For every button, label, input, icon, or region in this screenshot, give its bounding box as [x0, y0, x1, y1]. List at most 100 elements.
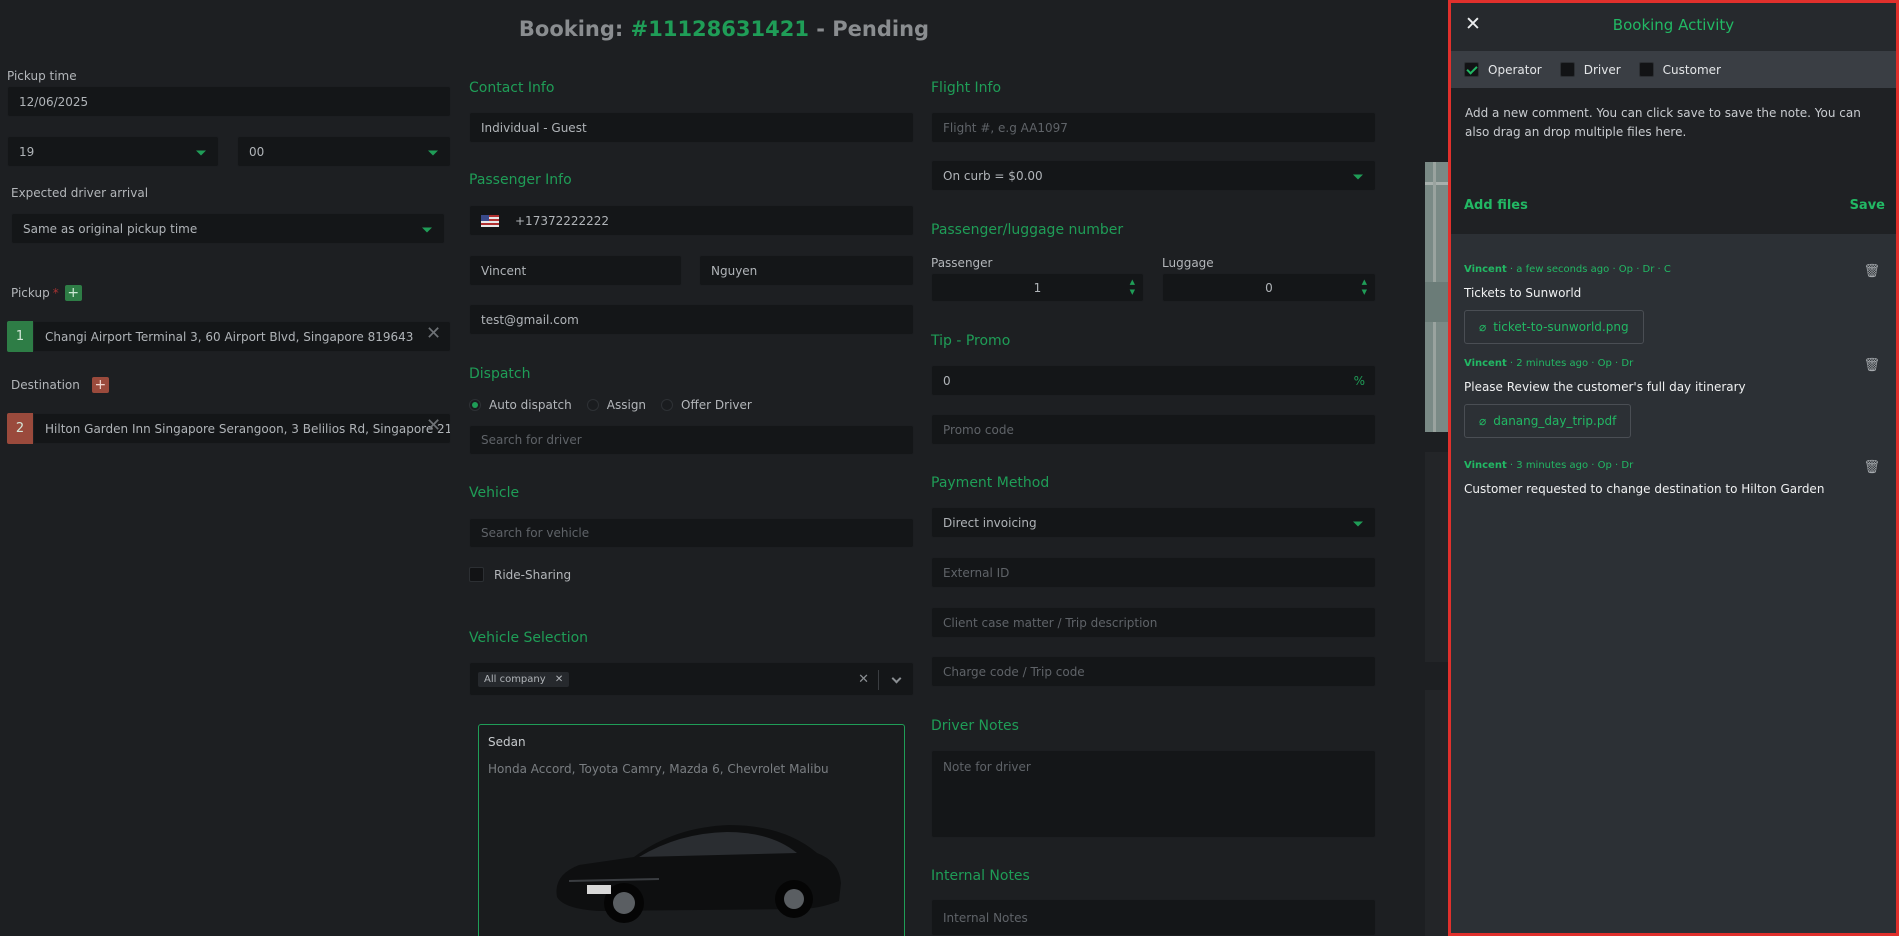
delete-icon[interactable]: 🗑	[1863, 460, 1880, 475]
hour-value: 19	[19, 144, 35, 159]
title-prefix: Booking:	[518, 17, 624, 41]
filter-driver[interactable]: Driver	[1559, 62, 1621, 77]
map-preview[interactable]	[1425, 162, 1448, 432]
arrival-select[interactable]: Same as original pickup time	[11, 213, 445, 244]
save-button[interactable]: Save	[1850, 198, 1885, 213]
us-flag-icon[interactable]	[481, 214, 499, 227]
activity-time: · 3 minutes ago · Op · Dr	[1509, 460, 1634, 471]
checkbox-icon	[1559, 62, 1575, 77]
stepper-arrows-icon[interactable]: ▲ ▼	[1362, 277, 1367, 297]
phone-input[interactable]: +17372222222	[469, 205, 914, 236]
external-id-input[interactable]: External ID	[931, 557, 1376, 588]
checkbox-icon	[1638, 62, 1654, 77]
activity-item: Vincent · 2 minutes ago · Op · Dr 🗑 Plea…	[1451, 358, 1896, 438]
destination-address-value: Hilton Garden Inn Singapore Serangoon, 3…	[45, 421, 451, 436]
chevron-down-icon[interactable]	[891, 673, 902, 684]
clear-selection-icon[interactable]: ✕	[858, 672, 869, 687]
minute-value: 00	[249, 144, 265, 159]
case-matter-input[interactable]: Client case matter / Trip description	[931, 607, 1376, 638]
hour-select[interactable]: 19	[7, 136, 219, 167]
activity-time: · a few seconds ago · Op · Dr · C	[1509, 264, 1671, 275]
luggage-count-value: 0	[1265, 280, 1273, 295]
attachment-chip[interactable]: ⌀ danang_day_trip.pdf	[1464, 404, 1632, 438]
filter-customer[interactable]: Customer	[1638, 62, 1721, 77]
last-name-input[interactable]: Nguyen	[699, 255, 914, 286]
driver-notes-textarea[interactable]: Note for driver	[931, 750, 1376, 838]
attachment-name: ticket-to-sunworld.png	[1493, 320, 1629, 334]
charge-code-input[interactable]: Charge code / Trip code	[931, 656, 1376, 687]
tip-input[interactable]: 0 %	[931, 365, 1376, 396]
tip-value: 0	[943, 373, 951, 388]
dispatch-offer-radio[interactable]: Offer Driver	[661, 398, 752, 412]
contact-type-select[interactable]: Individual - Guest	[469, 112, 914, 143]
dispatch-assign-radio[interactable]: Assign	[586, 398, 646, 412]
add-files-button[interactable]: Add files	[1464, 198, 1528, 213]
passenger-count-input[interactable]: 1 ▲ ▼	[931, 273, 1144, 302]
contact-info-heading: Contact Info	[469, 80, 555, 96]
required-mark: *	[52, 286, 59, 300]
stepper-arrows-icon[interactable]: ▲ ▼	[1130, 277, 1135, 297]
minute-select[interactable]: 00	[237, 136, 451, 167]
company-tag: All company ✕	[478, 671, 570, 687]
pickup-heading: Pickup * +	[11, 285, 82, 301]
email-input[interactable]: test@gmail.com	[469, 304, 914, 335]
payment-method-heading: Payment Method	[931, 475, 1050, 491]
first-name-input[interactable]: Vincent	[469, 255, 682, 286]
add-destination-button[interactable]: +	[91, 377, 109, 393]
dispatch-heading: Dispatch	[469, 366, 531, 382]
panel-title: Booking Activity	[1612, 16, 1735, 34]
destination-number-badge: 2	[7, 413, 33, 444]
luggage-count-label: Luggage	[1162, 256, 1214, 270]
company-select[interactable]: All company ✕ ✕	[469, 662, 914, 696]
clear-destination-icon[interactable]: ✕	[426, 415, 441, 436]
ride-sharing-toggle[interactable]: Ride-Sharing	[469, 567, 571, 582]
filter-label: Operator	[1488, 62, 1542, 77]
comment-input[interactable]: Add a new comment. You can click save to…	[1465, 104, 1885, 142]
vehicle-card-sedan[interactable]: Sedan Honda Accord, Toyota Camry, Mazda …	[478, 724, 905, 936]
activity-meta: Vincent · 2 minutes ago · Op · Dr	[1464, 358, 1883, 369]
activity-text: Customer requested to change destination…	[1464, 482, 1825, 496]
internal-notes-textarea[interactable]: Internal Notes	[931, 899, 1376, 936]
add-pickup-button[interactable]: +	[64, 285, 82, 301]
attachment-name: danang_day_trip.pdf	[1493, 414, 1617, 428]
activity-item: Vincent · a few seconds ago · Op · Dr · …	[1451, 264, 1896, 344]
activity-filters: Operator Driver Customer	[1451, 51, 1896, 88]
delete-icon[interactable]: 🗑	[1863, 358, 1880, 373]
activity-text: Tickets to Sunworld	[1464, 286, 1582, 300]
attachment-chip[interactable]: ⌀ ticket-to-sunworld.png	[1464, 310, 1644, 344]
payment-method-value: Direct invoicing	[943, 515, 1037, 530]
destination-address-input[interactable]: Hilton Garden Inn Singapore Serangoon, 3…	[33, 413, 451, 444]
luggage-count-input[interactable]: 0 ▲ ▼	[1162, 273, 1376, 302]
promo-code-input[interactable]: Promo code	[931, 414, 1376, 445]
driver-search-input[interactable]: Search for driver	[469, 425, 914, 455]
delete-icon[interactable]: 🗑	[1863, 264, 1880, 279]
phone-value: +17372222222	[515, 213, 610, 228]
pickup-address-input[interactable]: Changi Airport Terminal 3, 60 Airport Bl…	[33, 321, 451, 352]
booking-id: #11128631421	[630, 17, 809, 41]
map-road	[1425, 182, 1448, 185]
payment-method-select[interactable]: Direct invoicing	[931, 507, 1376, 538]
filter-label: Driver	[1583, 62, 1621, 77]
activity-time: · 2 minutes ago · Op · Dr	[1509, 358, 1634, 369]
curb-select[interactable]: On curb = $0.00	[931, 160, 1376, 191]
ride-sharing-label: Ride-Sharing	[494, 567, 572, 582]
activity-item: Vincent · 3 minutes ago · Op · Dr 🗑 Cust…	[1451, 460, 1896, 496]
side-card	[1425, 452, 1448, 662]
curb-value: On curb = $0.00	[943, 168, 1043, 183]
filter-operator[interactable]: Operator	[1464, 62, 1542, 77]
vehicle-search-input[interactable]: Search for vehicle	[469, 518, 914, 548]
company-tag-label: All company	[484, 673, 546, 685]
pickup-date-input[interactable]: 12/06/2025	[7, 86, 451, 117]
select-divider	[878, 670, 879, 690]
clear-pickup-icon[interactable]: ✕	[426, 323, 441, 344]
flight-number-input[interactable]: Flight #, e.g AA1097	[931, 112, 1376, 143]
checkbox-checked-icon	[1464, 62, 1479, 77]
activity-text: Please Review the customer's full day it…	[1464, 380, 1746, 394]
vehicle-selection-heading: Vehicle Selection	[469, 630, 589, 646]
comment-dropzone[interactable]: Add a new comment. You can click save to…	[1451, 88, 1896, 234]
dispatch-option-label: Offer Driver	[681, 398, 752, 412]
paperclip-icon: ⌀	[1479, 320, 1487, 334]
dispatch-auto-radio[interactable]: Auto dispatch	[469, 398, 572, 412]
remove-tag-icon[interactable]: ✕	[555, 674, 563, 685]
vehicle-card-title: Sedan	[488, 735, 526, 749]
